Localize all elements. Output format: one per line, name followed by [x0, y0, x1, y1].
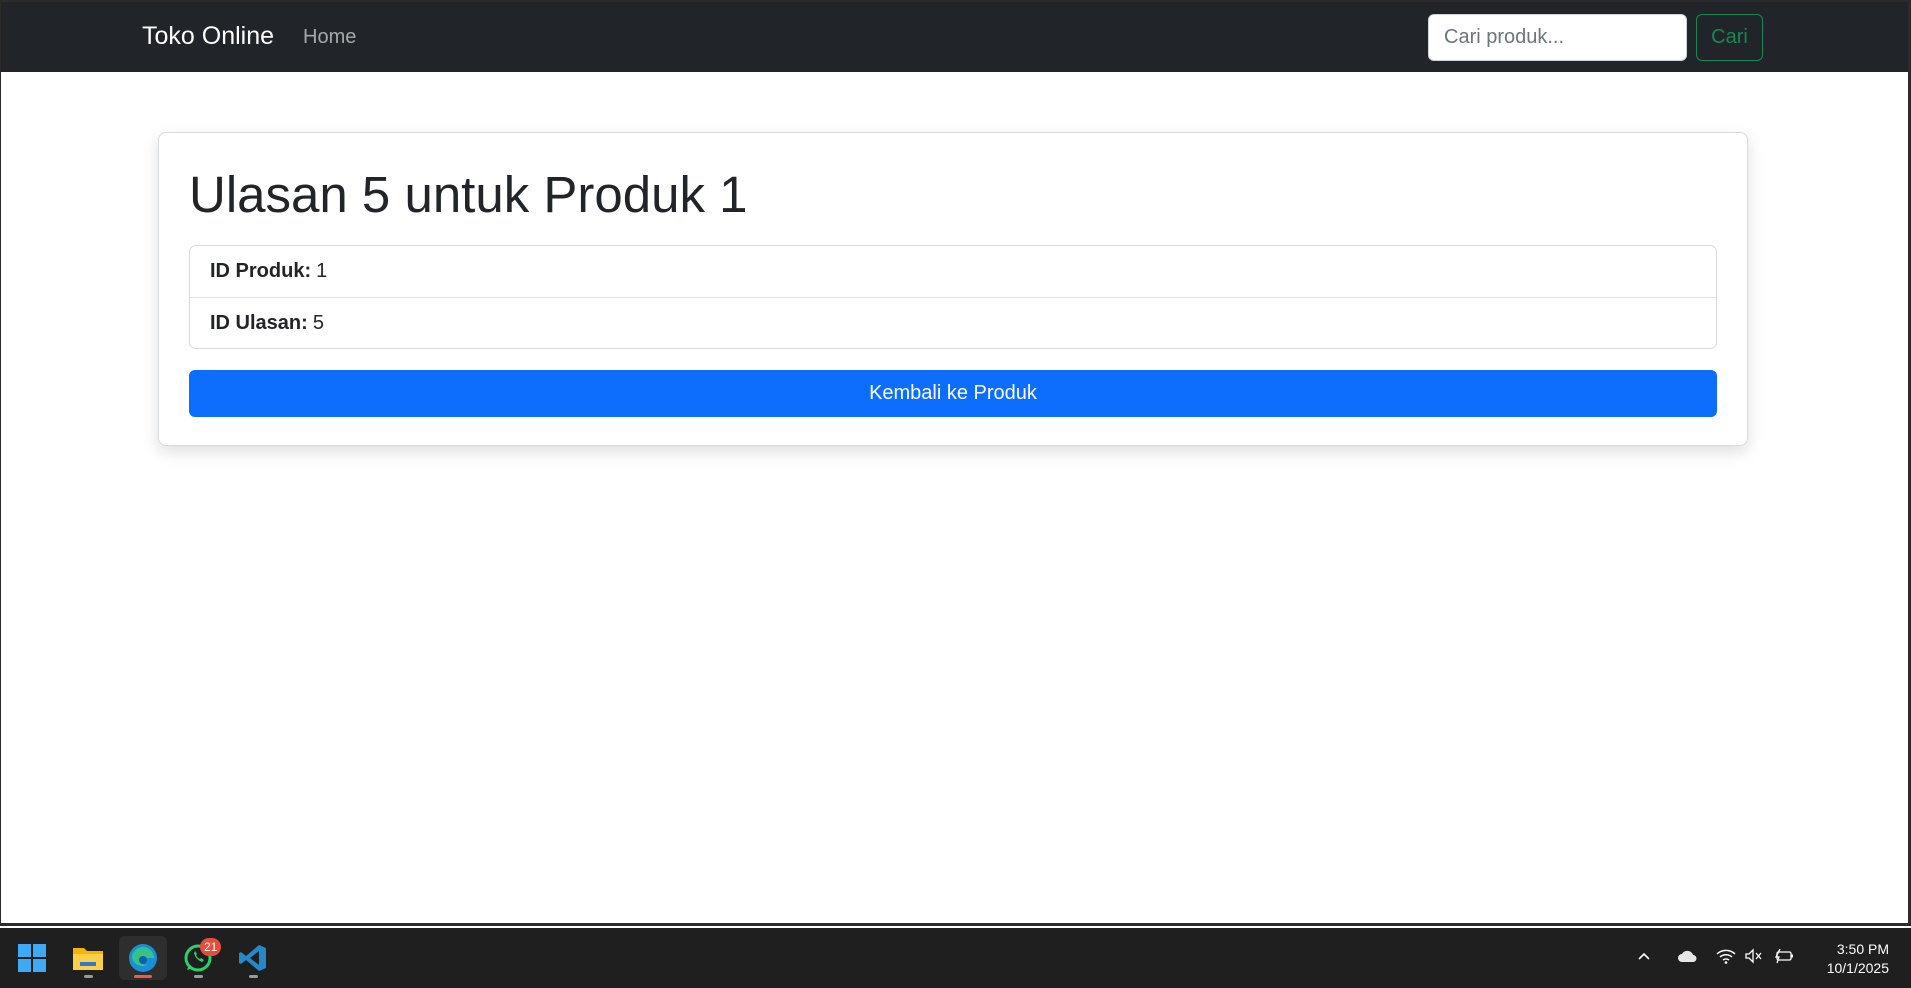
review-details-list: ID Produk: 1 ID Ulasan: 5 [189, 245, 1717, 349]
product-id-value: 1 [316, 260, 328, 282]
review-card: Ulasan 5 untuk Produk 1 ID Produk: 1 ID … [158, 132, 1748, 446]
volume-muted-icon[interactable] [1744, 947, 1764, 969]
back-to-product-button[interactable]: Kembali ke Produk [189, 370, 1717, 417]
navbar: Toko Online Home Cari [1, 2, 1908, 72]
onedrive-cloud-icon[interactable] [1676, 948, 1698, 969]
clock-date: 10/1/2025 [1826, 960, 1889, 976]
navbar-brand[interactable]: Toko Online [142, 22, 274, 51]
taskbar-clock[interactable]: 3:50 PM 10/1/2025 [1827, 940, 1889, 978]
product-id-label: ID Produk: [210, 260, 312, 282]
list-item-product-id: ID Produk: 1 [190, 246, 1716, 297]
system-tray [1630, 928, 1794, 988]
edge-browser-icon[interactable] [119, 936, 167, 980]
battery-charging-icon[interactable] [1772, 948, 1794, 969]
file-explorer-icon[interactable] [64, 936, 112, 980]
page-title: Ulasan 5 untuk Produk 1 [189, 166, 748, 223]
whatsapp-icon[interactable]: 21 [174, 936, 222, 980]
search-button[interactable]: Cari [1696, 14, 1763, 61]
chevron-up-icon[interactable] [1636, 948, 1652, 969]
wifi-icon[interactable] [1716, 948, 1736, 969]
whatsapp-unread-badge: 21 [200, 938, 222, 956]
review-id-value: 5 [312, 311, 324, 334]
review-id-label: ID Ulasan: [210, 311, 308, 334]
nav-link-home[interactable]: Home [303, 26, 356, 49]
windows-start-icon[interactable] [8, 936, 56, 980]
clock-time: 3:50 PM [1836, 941, 1889, 957]
browser-viewport: Toko Online Home Cari Ulasan 5 untuk Pro… [0, 0, 1911, 926]
list-item-review-id: ID Ulasan: 5 [190, 297, 1716, 348]
vscode-icon[interactable] [229, 936, 277, 980]
taskbar: 21 3:50 PM 10/1/2025 [0, 928, 1911, 988]
search-input[interactable] [1428, 14, 1687, 61]
